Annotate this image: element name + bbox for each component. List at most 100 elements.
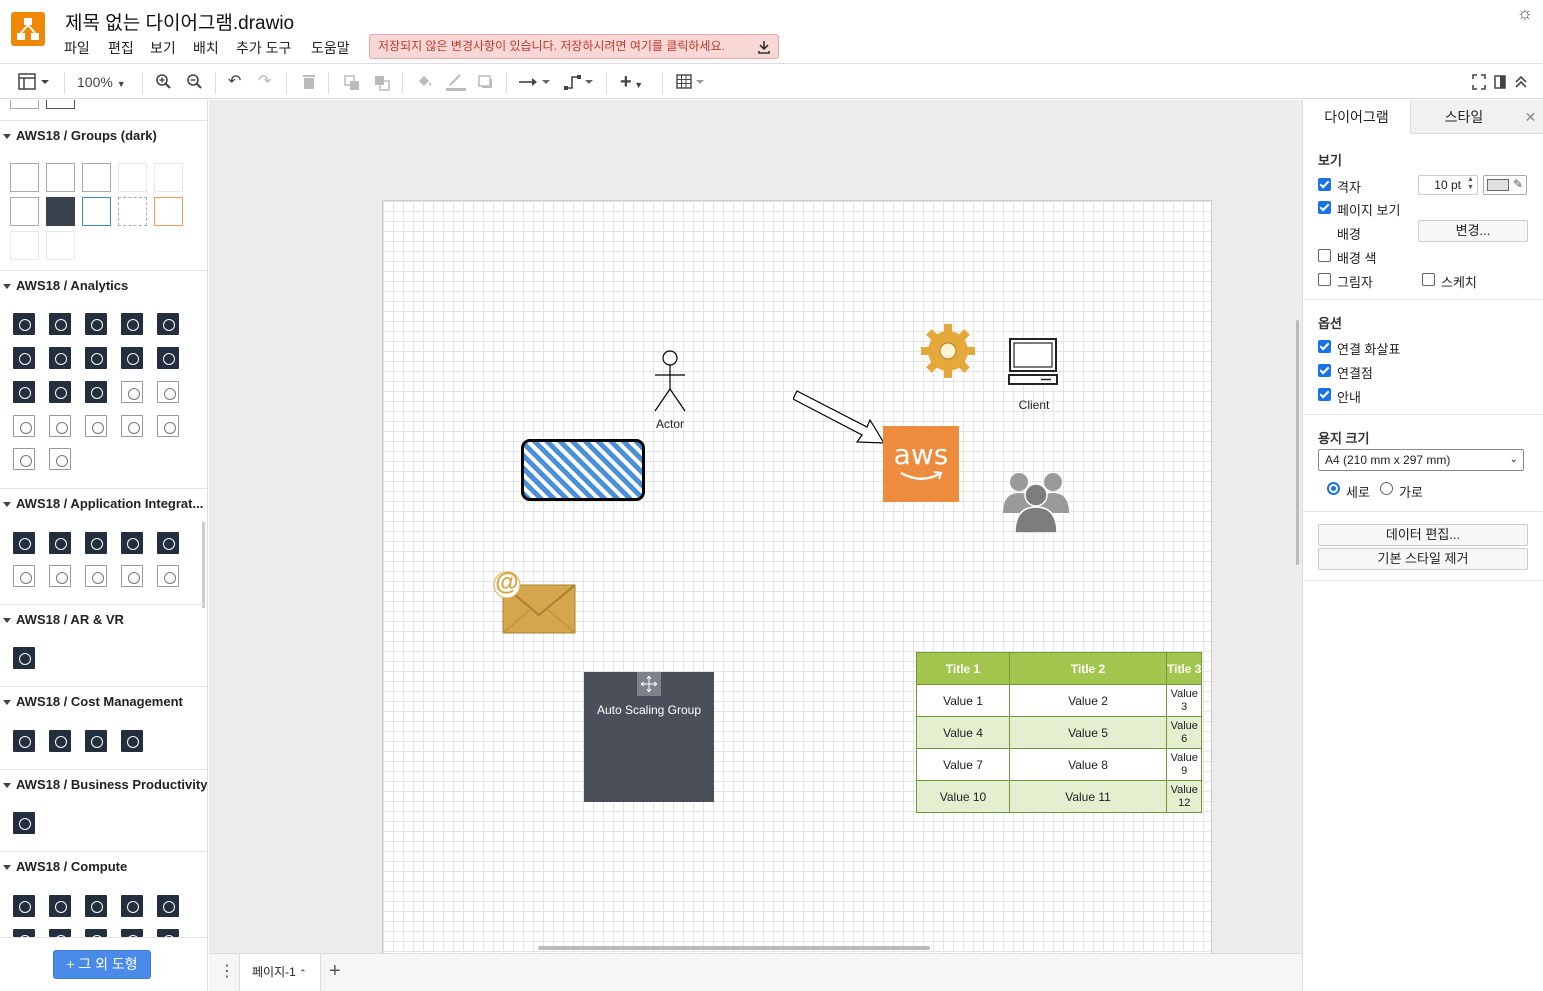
tab-style[interactable]: 스타일 xyxy=(1410,100,1517,134)
section-analytics[interactable]: AWS18 / Analytics xyxy=(0,270,207,302)
shape-item[interactable] xyxy=(82,197,111,226)
document-title[interactable]: 제목 없는 다이어그램.drawio xyxy=(65,8,294,35)
canvas-vertical-scrollbar[interactable] xyxy=(1296,320,1299,565)
shape-item[interactable] xyxy=(49,565,71,587)
shape-item[interactable] xyxy=(121,313,143,335)
hatched-rectangle-shape[interactable] xyxy=(521,439,645,501)
zoom-select[interactable]: 100% ▼ xyxy=(77,72,126,92)
landscape-radio[interactable] xyxy=(1380,482,1393,495)
shape-item[interactable] xyxy=(157,381,179,403)
shape-item[interactable] xyxy=(121,730,143,752)
gear-icon[interactable] xyxy=(921,320,975,382)
shape-item[interactable] xyxy=(157,565,179,587)
tab-diagram[interactable]: 다이어그램 xyxy=(1303,100,1410,134)
pages-menu-icon[interactable]: ⋮ xyxy=(219,962,235,982)
page-view-checkbox[interactable] xyxy=(1318,201,1331,214)
actor-shape[interactable] xyxy=(650,349,690,413)
shape-item[interactable] xyxy=(49,415,71,437)
shape-item[interactable] xyxy=(85,532,107,554)
shape-item[interactable] xyxy=(13,812,35,834)
shape-item[interactable] xyxy=(13,565,35,587)
diagram-page[interactable]: Actor aws Client @ Auto Scaling Group Ti… xyxy=(382,200,1212,953)
page-tab-current[interactable]: 페이지-1 ⌃ xyxy=(239,954,321,991)
shape-item[interactable] xyxy=(13,381,35,403)
shape-group-partial[interactable] xyxy=(46,100,75,109)
shape-item[interactable] xyxy=(13,730,35,752)
shape-item[interactable] xyxy=(157,313,179,335)
shape-item[interactable] xyxy=(10,197,39,226)
shape-item[interactable] xyxy=(49,347,71,369)
shape-item[interactable] xyxy=(13,929,35,947)
shape-group-partial[interactable] xyxy=(10,100,39,109)
to-back-icon[interactable] xyxy=(373,72,391,92)
insert-icon[interactable]: + ▼ xyxy=(620,72,643,92)
sidebar-scrollbar[interactable] xyxy=(202,522,205,608)
email-icon[interactable]: @ xyxy=(493,569,579,635)
shape-item[interactable] xyxy=(85,347,107,369)
shape-item[interactable] xyxy=(13,895,35,917)
shape-item[interactable] xyxy=(157,532,179,554)
shape-item[interactable] xyxy=(85,730,107,752)
section-groups-dark[interactable]: AWS18 / Groups (dark) xyxy=(0,120,207,152)
shape-item[interactable] xyxy=(10,163,39,192)
waypoints-icon[interactable] xyxy=(564,72,598,92)
shape-item[interactable] xyxy=(85,895,107,917)
menu-help[interactable]: 도움말 xyxy=(311,38,350,58)
shadow-checkbox[interactable] xyxy=(1318,273,1331,286)
aws-logo-shape[interactable]: aws xyxy=(883,426,959,502)
connection-arrows-checkbox[interactable] xyxy=(1318,340,1331,353)
panel-layout-icon[interactable] xyxy=(18,72,52,92)
shape-item[interactable] xyxy=(157,929,179,947)
shape-item[interactable] xyxy=(157,415,179,437)
data-table-shape[interactable]: Title 1 Title 2 Title 3 Value 1 Value 2 … xyxy=(916,652,1203,813)
shadow-icon[interactable] xyxy=(477,72,495,92)
shape-item[interactable] xyxy=(10,231,39,260)
shape-item[interactable] xyxy=(49,448,71,470)
client-computer-icon[interactable] xyxy=(1007,337,1059,387)
grid-color-button[interactable]: ✎ xyxy=(1483,175,1527,195)
menu-edit[interactable]: 편집 xyxy=(108,38,134,58)
shape-item[interactable] xyxy=(85,381,107,403)
shape-item[interactable] xyxy=(49,381,71,403)
shape-item[interactable] xyxy=(157,347,179,369)
more-shapes-button[interactable]: + 그 외 도형 xyxy=(53,950,151,979)
menu-arrange[interactable]: 배치 xyxy=(193,38,219,58)
zoom-out-icon[interactable] xyxy=(186,72,204,92)
shape-item[interactable] xyxy=(46,197,75,226)
section-compute[interactable]: AWS18 / Compute xyxy=(0,851,207,883)
to-front-icon[interactable] xyxy=(343,72,361,92)
shape-item[interactable] xyxy=(49,532,71,554)
shape-item[interactable] xyxy=(157,895,179,917)
menu-view[interactable]: 보기 xyxy=(150,38,176,58)
shape-item[interactable] xyxy=(13,532,35,554)
shape-item[interactable] xyxy=(49,730,71,752)
background-change-button[interactable]: 변경... xyxy=(1418,220,1528,242)
grid-size-stepper[interactable]: ▲ ▼ xyxy=(1467,176,1474,192)
table-insert-icon[interactable] xyxy=(676,72,710,92)
redo-icon[interactable]: ↷ xyxy=(258,72,271,92)
menu-extras[interactable]: 추가 도구 xyxy=(236,38,291,58)
shape-item[interactable] xyxy=(46,163,75,192)
close-icon[interactable]: ✕ xyxy=(1517,100,1543,134)
fill-color-icon[interactable] xyxy=(416,72,434,92)
shape-item[interactable] xyxy=(154,197,183,226)
shape-item[interactable] xyxy=(121,532,143,554)
guides-checkbox[interactable] xyxy=(1318,388,1331,401)
shape-item[interactable] xyxy=(121,565,143,587)
connection-points-checkbox[interactable] xyxy=(1318,364,1331,377)
shape-item[interactable] xyxy=(121,929,143,947)
shape-item[interactable] xyxy=(85,313,107,335)
fullscreen-icon[interactable] xyxy=(1472,72,1486,92)
block-arrow-shape[interactable] xyxy=(792,387,889,447)
unsaved-changes-banner[interactable]: 저장되지 않은 변경사항이 있습니다. 저장하시려면 여기를 클릭하세요. xyxy=(369,34,779,59)
users-group-icon[interactable] xyxy=(1001,469,1071,535)
shape-item[interactable] xyxy=(154,163,183,192)
delete-icon[interactable] xyxy=(302,72,316,92)
shape-item[interactable] xyxy=(13,415,35,437)
add-page-icon[interactable]: + xyxy=(329,960,341,983)
shape-item[interactable] xyxy=(82,163,111,192)
edit-data-button[interactable]: 데이터 편집... xyxy=(1318,524,1528,546)
shape-item[interactable] xyxy=(121,415,143,437)
shape-item[interactable] xyxy=(121,381,143,403)
shape-item[interactable] xyxy=(46,231,75,260)
